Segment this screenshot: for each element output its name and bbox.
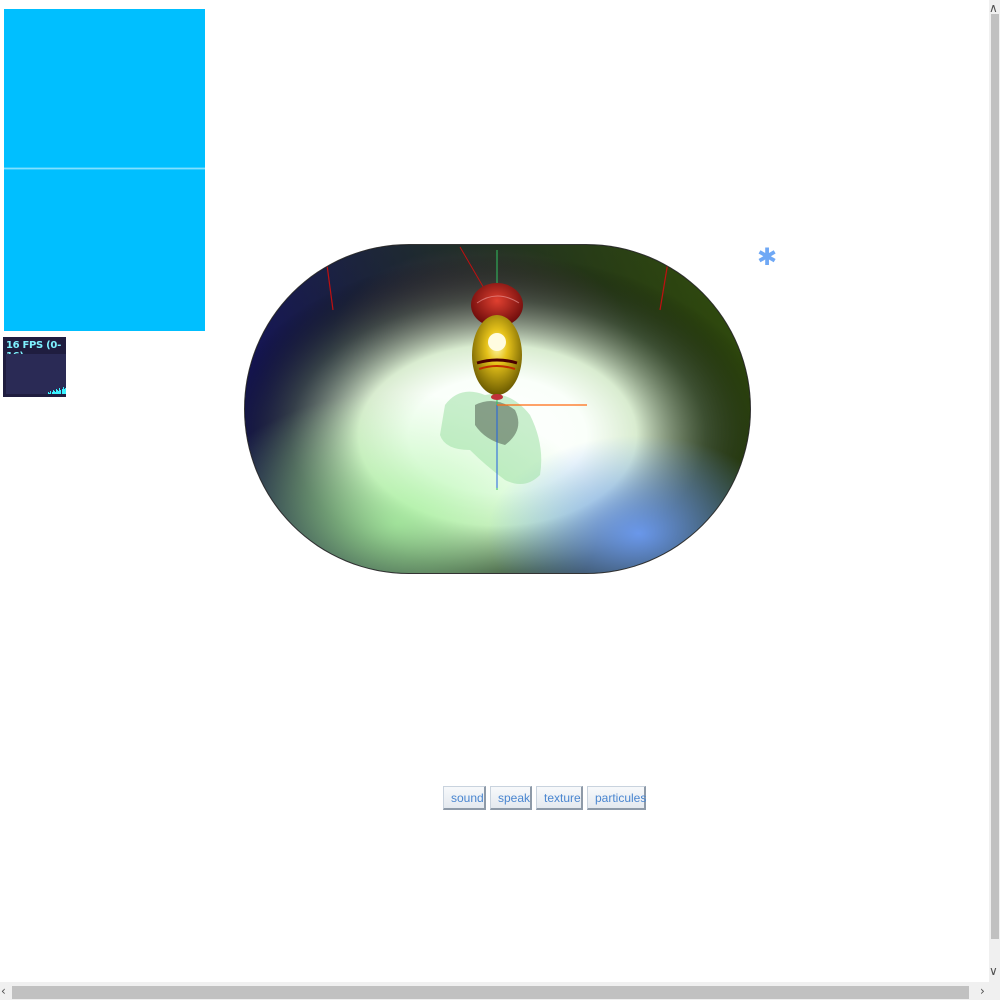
horizontal-scroll-thumb[interactable]: [12, 986, 969, 999]
speak-button[interactable]: speak: [490, 786, 532, 810]
scroll-down-icon[interactable]: ∨: [989, 965, 998, 977]
particules-button[interactable]: particules: [587, 786, 646, 810]
fps-stats-widget[interactable]: 16 FPS (0-16): [3, 337, 66, 397]
control-buttons: sound speak texture particules: [443, 786, 646, 810]
texture-button[interactable]: texture: [536, 786, 583, 810]
3d-viewport[interactable]: [245, 245, 750, 573]
vertical-scroll-thumb[interactable]: [991, 14, 999, 939]
vertical-scrollbar[interactable]: ∧ ∨: [989, 0, 1000, 982]
panel-divider: [4, 167, 205, 170]
snowflake-icon: ✱: [757, 243, 778, 271]
sound-button[interactable]: sound: [443, 786, 486, 810]
fps-graph-bar: [64, 388, 66, 394]
scroll-left-icon[interactable]: ‹: [1, 985, 6, 997]
fps-graph: [6, 354, 66, 394]
horizontal-scrollbar[interactable]: ‹ ›: [0, 982, 1000, 1000]
blue-panel: [4, 9, 205, 331]
scroll-up-icon[interactable]: ∧: [989, 2, 998, 14]
3d-scene: [245, 245, 750, 573]
scroll-right-icon[interactable]: ›: [980, 985, 985, 997]
